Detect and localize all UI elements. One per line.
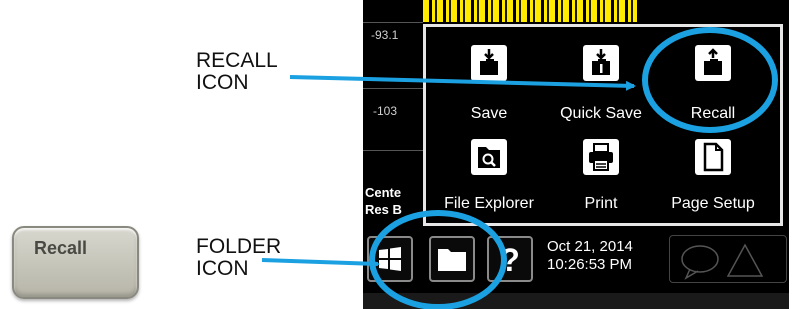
print-menu-label[interactable]: Print xyxy=(536,195,666,213)
recall-menu-panel: Save Quick Save Recall File Explorer Pri… xyxy=(423,24,783,226)
help-button[interactable]: ? xyxy=(487,236,533,282)
save-icon[interactable] xyxy=(471,45,507,81)
message-bubble-icon xyxy=(681,245,719,273)
svg-text:?: ? xyxy=(500,242,520,278)
message-area xyxy=(669,235,787,283)
folder-button[interactable] xyxy=(429,236,475,282)
windows-icon xyxy=(379,247,401,271)
warning-triangle-icon xyxy=(726,243,764,277)
taskbar-date: Oct 21, 2014 xyxy=(547,238,633,255)
grid-line xyxy=(363,22,423,23)
hardware-recall-key-label: Recall xyxy=(34,238,88,258)
recall-menu-label[interactable]: Recall xyxy=(648,105,778,123)
print-icon[interactable] xyxy=(583,139,619,175)
y-axis-tick: -93.1 xyxy=(371,28,399,42)
y-axis-tick: -103 xyxy=(373,104,398,118)
grid-line xyxy=(363,88,423,89)
res-bandwidth-label: Res B xyxy=(365,202,402,217)
recall-icon[interactable] xyxy=(695,45,731,81)
center-frequency-label: Cente xyxy=(365,185,402,200)
trace-display xyxy=(423,0,637,22)
recall-callout-line1: RECALL xyxy=(196,49,278,72)
folder-icon xyxy=(438,249,466,271)
taskbar-time: 10:26:53 PM xyxy=(547,256,633,273)
file-explorer-menu-label[interactable]: File Explorer xyxy=(424,195,554,213)
save-menu-label[interactable]: Save xyxy=(424,105,554,123)
file-explorer-icon[interactable] xyxy=(471,139,507,175)
help-icon: ? xyxy=(500,242,520,278)
folder-callout-line1: FOLDER xyxy=(196,235,282,258)
taskbar: ? Oct 21, 2014 10:26:53 PM xyxy=(363,229,789,289)
page-setup-menu-label[interactable]: Page Setup xyxy=(648,195,778,213)
windows-start-button[interactable] xyxy=(367,236,413,282)
recall-icon-callout-label: RECALL ICON xyxy=(196,50,278,94)
bottom-status-strip xyxy=(363,293,789,309)
hardware-recall-key[interactable]: Recall xyxy=(12,226,139,299)
page-setup-icon[interactable] xyxy=(695,139,731,175)
quick-save-menu-label[interactable]: Quick Save xyxy=(536,105,666,123)
instrument-screen: -93.1 -103 Cente Res B Save Quick Save R… xyxy=(363,0,789,309)
folder-icon-callout-label: FOLDER ICON xyxy=(196,236,281,280)
quick-save-icon[interactable] xyxy=(583,45,619,81)
taskbar-clock: Oct 21, 2014 10:26:53 PM xyxy=(547,238,633,274)
recall-callout-line2: ICON xyxy=(196,71,249,94)
folder-callout-line2: ICON xyxy=(196,257,249,280)
grid-line xyxy=(363,150,423,151)
